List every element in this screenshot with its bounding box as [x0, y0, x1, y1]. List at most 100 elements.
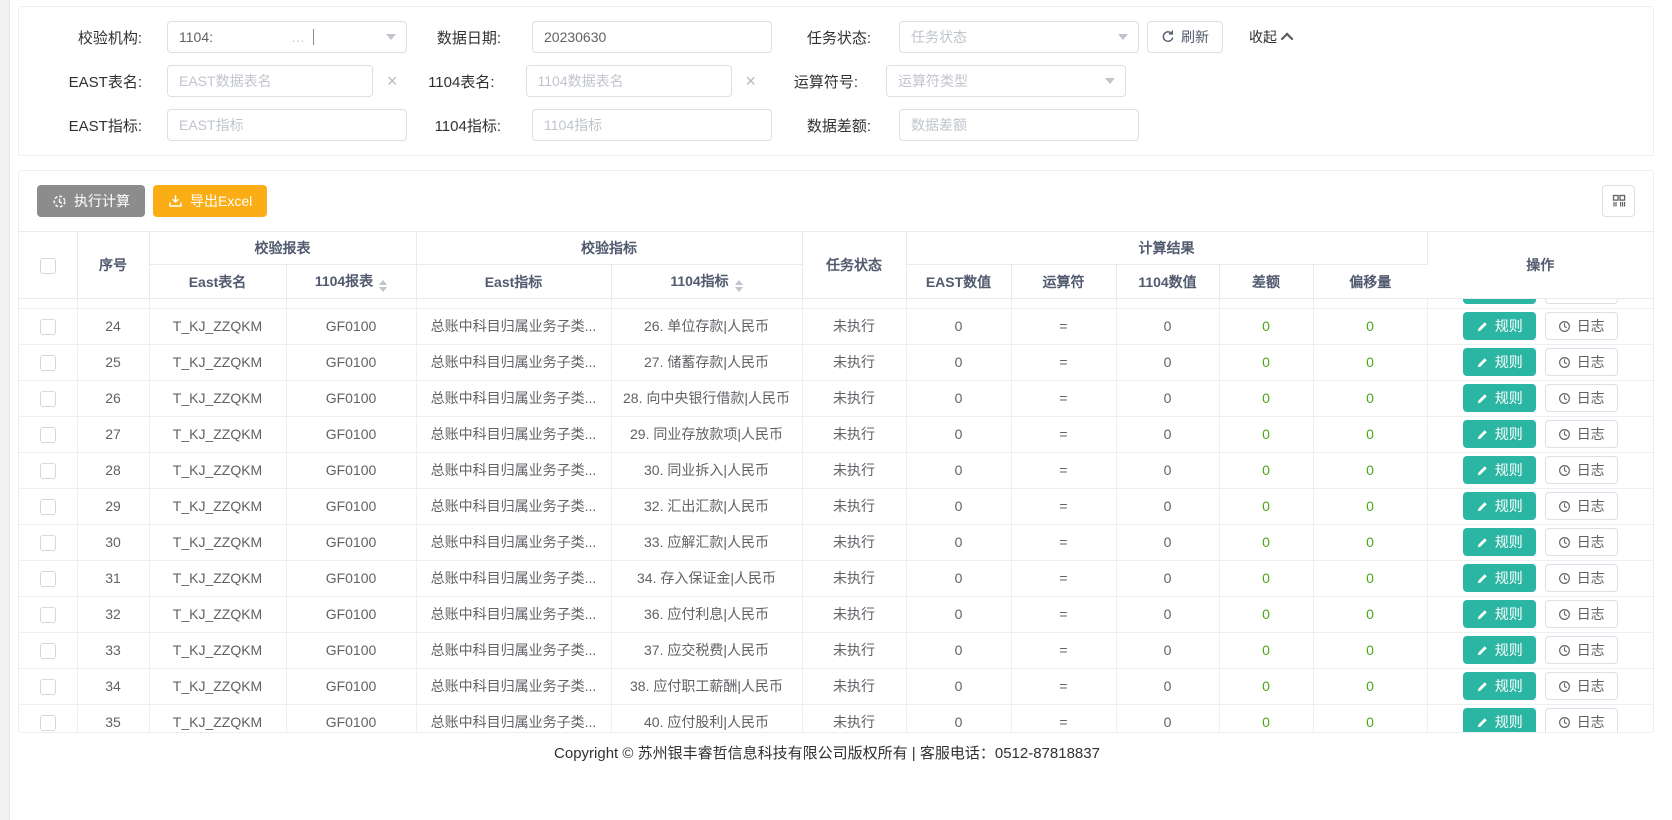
rule-button[interactable]: 规则	[1463, 600, 1536, 628]
cell-offset: 0	[1313, 632, 1427, 668]
east-table-input[interactable]	[167, 65, 373, 97]
sort-toggle[interactable]	[735, 280, 743, 292]
cell-east-indicator: 总账中科目归属业务子类...	[416, 416, 611, 452]
log-button[interactable]: 日志	[1545, 564, 1618, 592]
cell-east-indicator: 总账中科目归属业务子类...	[416, 452, 611, 488]
log-button[interactable]: 日志	[1545, 299, 1618, 304]
cell-offset: 0	[1313, 560, 1427, 596]
rule-button[interactable]: 规则	[1463, 492, 1536, 520]
chevron-down-icon	[386, 34, 396, 40]
clock-icon	[1558, 644, 1571, 657]
operator-label: 运算符号:	[759, 71, 858, 92]
cell-1104-value: 0	[1116, 596, 1219, 632]
row-checkbox[interactable]	[40, 499, 56, 515]
sort-toggle[interactable]	[379, 280, 387, 292]
rule-button[interactable]: 规则	[1463, 456, 1536, 484]
execute-label: 执行计算	[74, 191, 130, 211]
log-button[interactable]: 日志	[1545, 456, 1618, 484]
row-checkbox[interactable]	[40, 715, 56, 731]
cell-1104-report: GF0100	[286, 560, 416, 596]
cell-offset: 0	[1313, 668, 1427, 704]
pencil-icon	[1476, 320, 1489, 333]
cell-seq: 26	[77, 380, 149, 416]
cell-seq: 29	[77, 488, 149, 524]
clock-icon	[1558, 320, 1571, 333]
log-button[interactable]: 日志	[1545, 492, 1618, 520]
cell-seq	[77, 299, 149, 308]
date-input[interactable]	[532, 21, 772, 53]
cell-task-status: 未执行	[802, 488, 906, 524]
cell-operator	[1011, 299, 1116, 308]
table-body-scroll-area[interactable]: 规则 日志 24 T_KJ_ZZQKM GF0100 总账中科目归属业务子类..…	[19, 299, 1653, 732]
cell-operator: =	[1011, 488, 1116, 524]
log-button[interactable]: 日志	[1545, 600, 1618, 628]
log-button[interactable]: 日志	[1545, 636, 1618, 664]
org-select-value: 1104:	[179, 29, 213, 45]
t1104-indicator-input[interactable]	[532, 109, 772, 141]
column-settings-button[interactable]	[1602, 185, 1635, 217]
cell-1104-indicator: 37. 应交税费|人民币	[611, 632, 802, 668]
cell-east-value: 0	[906, 596, 1011, 632]
chevron-down-icon	[1118, 34, 1128, 40]
rule-button[interactable]: 规则	[1463, 312, 1536, 340]
log-button[interactable]: 日志	[1545, 384, 1618, 412]
east-indicator-input[interactable]	[167, 109, 407, 141]
cell-operator: =	[1011, 308, 1116, 344]
t1104-table-label: 1104表名:	[401, 71, 495, 92]
log-button[interactable]: 日志	[1545, 312, 1618, 340]
cell-seq: 27	[77, 416, 149, 452]
table-row: 28 T_KJ_ZZQKM GF0100 总账中科目归属业务子类... 30. …	[19, 452, 1653, 488]
results-table-header: 序号 校验报表 校验指标 任务状态 计算结果 操作 East表名 1104报表 …	[19, 231, 1653, 299]
rule-button[interactable]: 规则	[1463, 708, 1536, 732]
pencil-icon	[1476, 464, 1489, 477]
rule-button[interactable]: 规则	[1463, 564, 1536, 592]
log-button[interactable]: 日志	[1545, 528, 1618, 556]
org-label: 校验机构:	[19, 27, 142, 48]
org-select[interactable]: 1104: …	[167, 21, 407, 53]
rule-button[interactable]: 规则	[1463, 636, 1536, 664]
log-button[interactable]: 日志	[1545, 708, 1618, 732]
date-label: 数据日期:	[407, 27, 501, 48]
rule-button[interactable]: 规则	[1463, 384, 1536, 412]
rule-button[interactable]: 规则	[1463, 528, 1536, 556]
task-status-select[interactable]: 任务状态	[899, 21, 1139, 53]
header-east-indicator: East指标	[416, 265, 611, 299]
row-checkbox[interactable]	[40, 679, 56, 695]
cell-operator: =	[1011, 524, 1116, 560]
select-all-checkbox[interactable]	[40, 258, 56, 274]
row-checkbox[interactable]	[40, 355, 56, 371]
log-button[interactable]: 日志	[1545, 348, 1618, 376]
cell-operator: =	[1011, 668, 1116, 704]
cell-east-indicator: 总账中科目归属业务子类...	[416, 632, 611, 668]
clear-icon[interactable]: ×	[746, 65, 757, 97]
operator-select[interactable]: 运算符类型	[886, 65, 1126, 97]
refresh-button[interactable]: 刷新	[1147, 21, 1223, 53]
log-button[interactable]: 日志	[1545, 420, 1618, 448]
row-checkbox[interactable]	[40, 535, 56, 551]
diff-input[interactable]	[899, 109, 1139, 141]
collapse-toggle[interactable]: 收起	[1249, 27, 1293, 47]
rule-button[interactable]: 规则	[1463, 420, 1536, 448]
cell-diff: 0	[1219, 596, 1313, 632]
rule-button[interactable]: 规则	[1463, 348, 1536, 376]
pencil-icon	[1476, 428, 1489, 441]
cell-east-table: T_KJ_ZZQKM	[149, 704, 286, 732]
export-excel-button[interactable]: 导出Excel	[153, 185, 267, 217]
rule-button[interactable]: 规则	[1463, 672, 1536, 700]
row-checkbox[interactable]	[40, 463, 56, 479]
row-checkbox[interactable]	[40, 427, 56, 443]
clear-icon[interactable]: ×	[387, 65, 398, 97]
cell-1104-report: GF0100	[286, 344, 416, 380]
execute-button[interactable]: 执行计算	[37, 185, 145, 217]
row-checkbox[interactable]	[40, 319, 56, 335]
table-row: 33 T_KJ_ZZQKM GF0100 总账中科目归属业务子类... 37. …	[19, 632, 1653, 668]
row-checkbox[interactable]	[40, 391, 56, 407]
row-checkbox[interactable]	[40, 643, 56, 659]
row-checkbox[interactable]	[40, 571, 56, 587]
rule-button[interactable]: 规则	[1463, 299, 1536, 304]
header-diff: 差额	[1219, 265, 1313, 299]
log-button[interactable]: 日志	[1545, 672, 1618, 700]
table-row: 30 T_KJ_ZZQKM GF0100 总账中科目归属业务子类... 33. …	[19, 524, 1653, 560]
t1104-table-input[interactable]	[526, 65, 732, 97]
row-checkbox[interactable]	[40, 607, 56, 623]
